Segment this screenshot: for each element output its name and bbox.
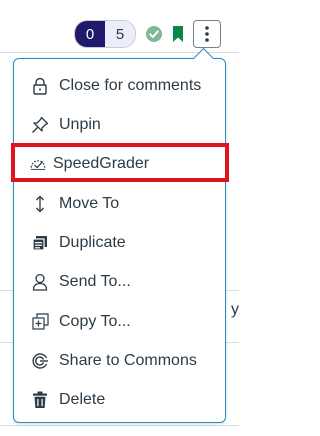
copy-icon [31,313,49,331]
trash-icon [31,391,49,409]
menu-item-move-to[interactable]: Move To [14,184,225,223]
duplicate-icon [31,234,49,252]
background-text-fragment: y [231,301,239,318]
options-menu: Close for comments Unpin SpeedGrader Mov… [13,58,226,423]
menu-item-duplicate[interactable]: Duplicate [14,223,225,262]
bookmark-icon[interactable] [172,26,184,42]
menu-item-label: Unpin [59,115,101,133]
page: y 0 5 Close for comments Unpin SpeedGrad… [0,0,239,436]
menu-item-label: Close for comments [59,76,202,94]
menu-item-send-to[interactable]: Send To... [14,262,225,301]
menu-item-label: Copy To... [59,312,131,330]
menu-item-label: Move To [59,194,120,212]
menu-item-copy-to[interactable]: Copy To... [14,302,225,341]
commons-icon [31,352,49,370]
unread-count: 0 [75,21,105,47]
annotation-highlight-box [11,143,229,182]
check-circle-icon[interactable] [146,26,162,42]
menu-item-label: Duplicate [59,233,126,251]
menu-item-share-to-commons[interactable]: Share to Commons [14,341,225,380]
menu-item-close-for-comments[interactable]: Close for comments [14,66,225,105]
menu-item-label: Delete [59,390,106,408]
user-icon [31,273,49,291]
menu-item-label: Send To... [59,272,131,290]
move-icon [31,195,49,213]
lock-icon [31,77,49,95]
discussion-toolbar: 0 5 [74,20,221,48]
menu-item-label: Share to Commons [59,351,197,369]
menu-item-unpin[interactable]: Unpin [14,105,225,144]
more-options-button[interactable] [193,20,221,48]
total-count: 5 [105,21,135,47]
kebab-icon [205,26,209,42]
menu-item-delete[interactable]: Delete [14,380,225,419]
pin-icon [31,116,49,134]
divider [0,425,239,426]
reply-count-pill: 0 5 [74,20,136,48]
